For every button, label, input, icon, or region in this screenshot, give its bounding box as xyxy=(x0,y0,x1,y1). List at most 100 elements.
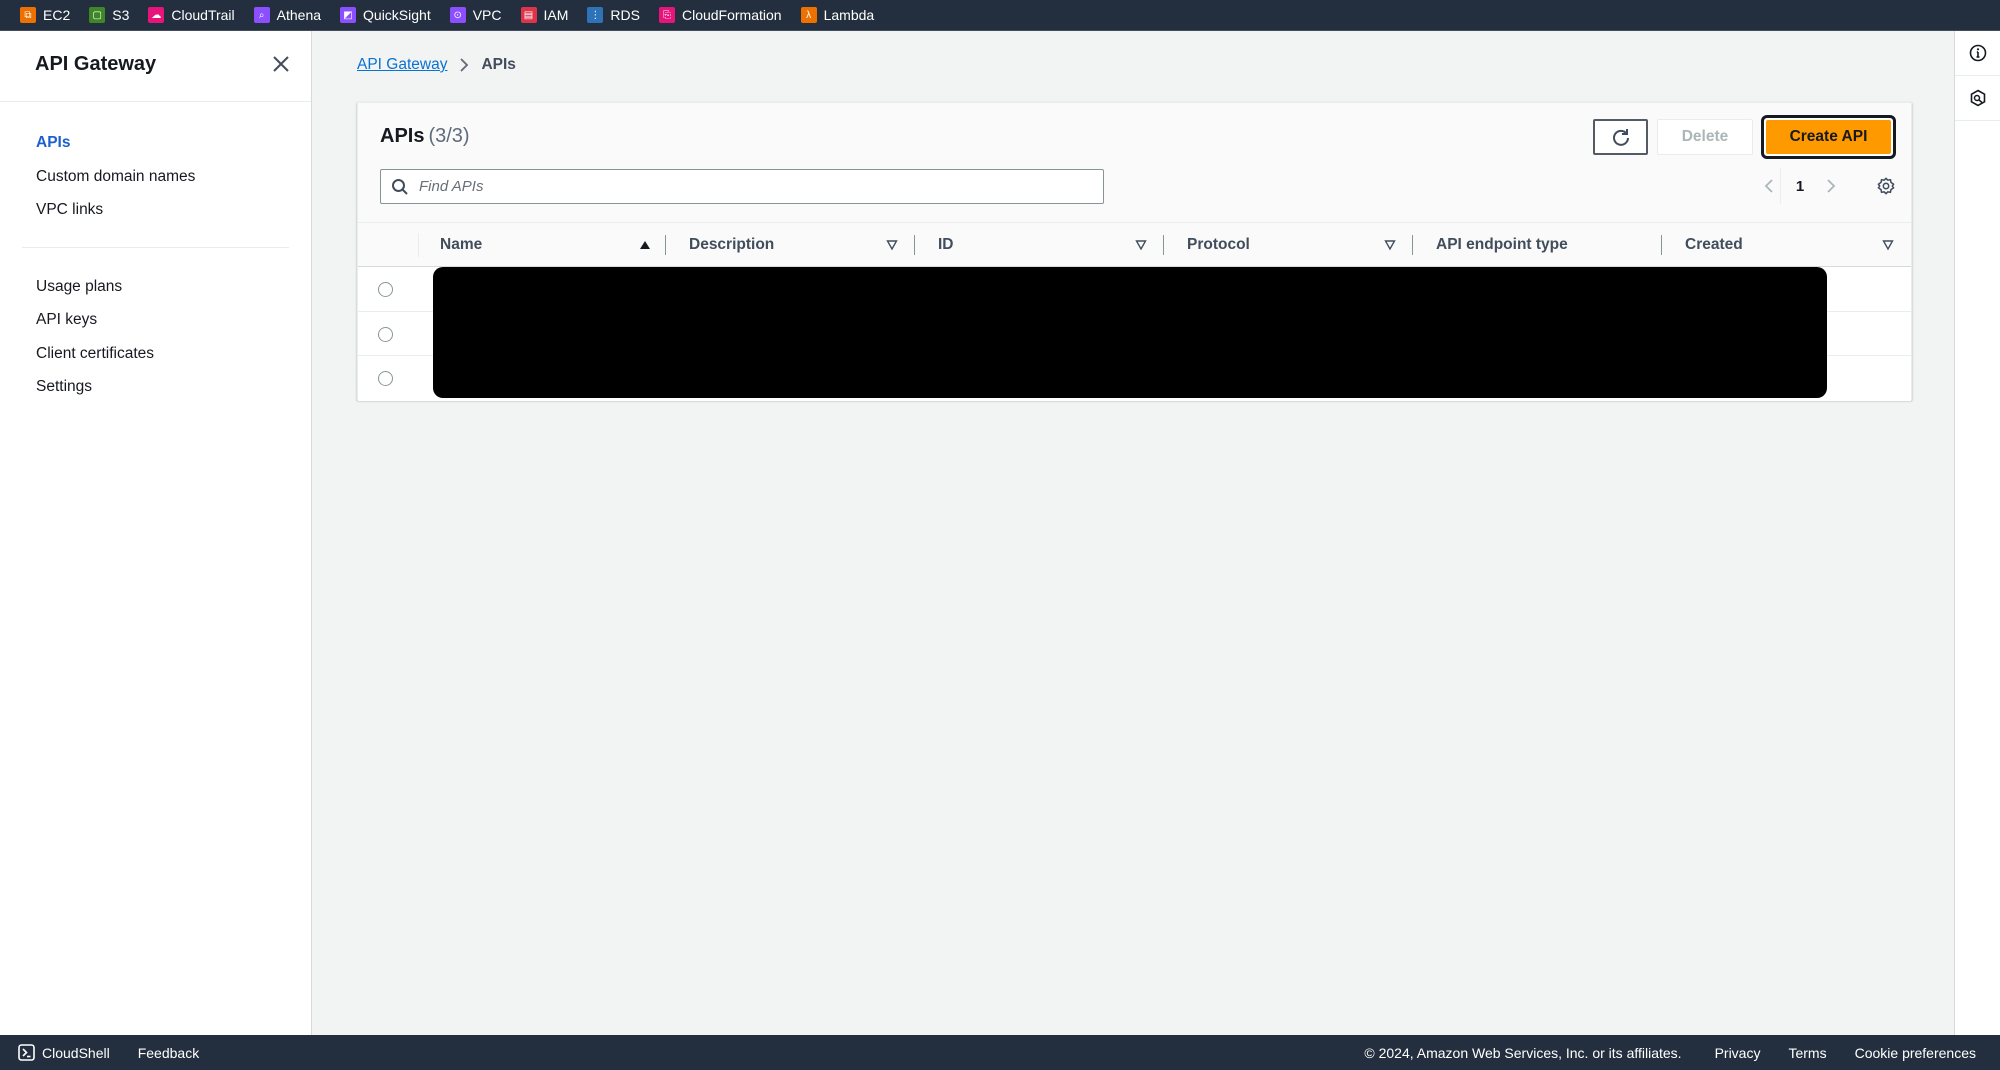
console-footer: CloudShell Feedback © 2024, Amazon Web S… xyxy=(0,1035,2000,1070)
column-label: Created xyxy=(1685,236,1743,254)
column-label: API endpoint type xyxy=(1436,236,1568,254)
create-api-label: Create API xyxy=(1766,120,1891,154)
gear-icon xyxy=(1877,177,1895,195)
info-icon xyxy=(1969,44,1987,62)
terms-link[interactable]: Terms xyxy=(1788,1045,1826,1061)
breadcrumb: API Gateway APIs xyxy=(357,56,516,74)
athena-icon: ⌕ xyxy=(254,7,270,23)
service-shortcut-ec2[interactable]: ⧉EC2 xyxy=(20,7,70,23)
service-label: Athena xyxy=(277,7,321,23)
nav-item-api-keys[interactable]: API keys xyxy=(0,303,311,337)
refresh-button[interactable] xyxy=(1593,119,1648,155)
sort-icon[interactable] xyxy=(1135,239,1147,251)
column-divider[interactable] xyxy=(1412,235,1413,255)
previous-page-button[interactable] xyxy=(1756,173,1782,199)
column-divider xyxy=(418,233,419,257)
chevron-right-icon xyxy=(1826,178,1836,194)
column-label: Name xyxy=(440,236,482,254)
service-label: S3 xyxy=(112,7,129,23)
pager-divider xyxy=(1780,168,1781,204)
nav-item-settings[interactable]: Settings xyxy=(0,370,311,404)
breadcrumb-current: APIs xyxy=(481,56,515,74)
chevron-right-icon xyxy=(459,57,469,73)
side-navigation: API Gateway APIs Custom domain names VPC… xyxy=(0,31,312,1035)
nav-item-usage-plans[interactable]: Usage plans xyxy=(0,270,311,304)
api-count: (3/3) xyxy=(428,125,469,147)
rds-icon: ⋮ xyxy=(587,7,603,23)
sort-icon[interactable] xyxy=(1882,239,1894,251)
cloudshell-label: CloudShell xyxy=(42,1045,110,1061)
next-page-button[interactable] xyxy=(1818,173,1844,199)
service-label: Lambda xyxy=(824,7,875,23)
service-label: CloudTrail xyxy=(171,7,234,23)
refresh-icon xyxy=(1611,127,1631,147)
tools-panel-button[interactable] xyxy=(1955,76,2000,121)
service-shortcut-vpc[interactable]: ⊙VPC xyxy=(450,7,502,23)
service-shortcut-quicksight[interactable]: ◩QuickSight xyxy=(340,7,431,23)
service-shortcut-iam[interactable]: ▤ IAM xyxy=(521,7,569,23)
nav-item-vpc-links[interactable]: VPC links xyxy=(0,193,311,227)
terminal-icon xyxy=(18,1044,35,1061)
row-select-radio[interactable] xyxy=(378,371,393,386)
pagination: 1 xyxy=(1756,173,1844,199)
iam-icon: ▤ xyxy=(521,7,537,23)
copyright-text: © 2024, Amazon Web Services, Inc. or its… xyxy=(1364,1045,1681,1061)
nav-item-custom-domain-names[interactable]: Custom domain names xyxy=(0,160,311,194)
column-header-name[interactable]: Name xyxy=(440,223,650,267)
service-shortcut-s3[interactable]: ▢ S3 xyxy=(89,7,129,23)
utility-rail xyxy=(1954,31,2000,1035)
panel-title: APIs(3/3) xyxy=(380,125,470,148)
row-select-radio[interactable] xyxy=(378,327,393,342)
cloudshell-button[interactable]: CloudShell xyxy=(18,1044,110,1061)
info-panel-button[interactable] xyxy=(1955,31,2000,76)
service-shortcut-rds[interactable]: ⋮ RDS xyxy=(587,7,640,23)
sort-ascending-icon[interactable] xyxy=(639,239,651,251)
side-nav-header: API Gateway xyxy=(0,31,311,102)
cookie-preferences-link[interactable]: Cookie preferences xyxy=(1855,1045,1976,1061)
service-label: IAM xyxy=(544,7,569,23)
column-divider[interactable] xyxy=(1661,235,1662,255)
nav-item-apis[interactable]: APIs xyxy=(0,126,311,160)
service-shortcut-athena[interactable]: ⌕ Athena xyxy=(254,7,321,23)
cloudtrail-icon: ☁ xyxy=(148,7,164,23)
column-label: Protocol xyxy=(1187,236,1250,254)
column-divider[interactable] xyxy=(914,235,915,255)
feedback-link[interactable]: Feedback xyxy=(138,1045,199,1061)
hexagon-tools-icon xyxy=(1969,89,1987,107)
column-header-description[interactable]: Description xyxy=(689,223,889,267)
column-header-created[interactable]: Created xyxy=(1685,223,1885,267)
sort-icon[interactable] xyxy=(886,239,898,251)
side-nav-list: APIs Custom domain names VPC links Usage… xyxy=(0,102,311,404)
privacy-link[interactable]: Privacy xyxy=(1715,1045,1761,1061)
row-select-radio[interactable] xyxy=(378,282,393,297)
find-apis-search[interactable] xyxy=(380,169,1104,204)
cloudformation-icon: ⎘ xyxy=(659,7,675,23)
column-divider[interactable] xyxy=(1163,235,1164,255)
vpc-icon: ⊙ xyxy=(450,7,466,23)
search-icon xyxy=(391,178,409,196)
apis-table-container: APIs(3/3) Delete Create API 1 Name xyxy=(357,102,1912,400)
table-header: Name Description ID Protocol API endpoin… xyxy=(358,222,1911,267)
breadcrumb-api-gateway-link[interactable]: API Gateway xyxy=(357,56,447,74)
service-shortcut-lambda[interactable]: λLambda xyxy=(801,7,875,23)
sort-icon[interactable] xyxy=(1384,239,1396,251)
column-header-api-endpoint-type: API endpoint type xyxy=(1436,223,1656,267)
delete-button[interactable]: Delete xyxy=(1657,119,1753,155)
column-header-protocol[interactable]: Protocol xyxy=(1187,223,1387,267)
close-icon[interactable] xyxy=(270,53,292,75)
nav-item-client-certificates[interactable]: Client certificates xyxy=(0,337,311,371)
create-api-button[interactable]: Create API xyxy=(1761,115,1896,159)
column-header-id[interactable]: ID xyxy=(938,223,1138,267)
redacted-rows-content xyxy=(433,267,1827,398)
column-divider[interactable] xyxy=(665,235,666,255)
search-input[interactable] xyxy=(419,178,1099,195)
service-shortcut-cloudtrail[interactable]: ☁ CloudTrail xyxy=(148,7,234,23)
preferences-button[interactable] xyxy=(1873,173,1899,199)
services-bar: ⧉EC2 ▢ S3 ☁ CloudTrail ⌕ Athena ◩QuickSight ⊙VPC… xyxy=(0,0,2000,31)
current-page[interactable]: 1 xyxy=(1782,178,1818,195)
service-label: RDS xyxy=(610,7,640,23)
column-label: Description xyxy=(689,236,774,254)
side-nav-title: API Gateway xyxy=(35,53,156,76)
s3-icon: ▢ xyxy=(89,7,105,23)
service-shortcut-cloudformation[interactable]: ⎘CloudFormation xyxy=(659,7,782,23)
